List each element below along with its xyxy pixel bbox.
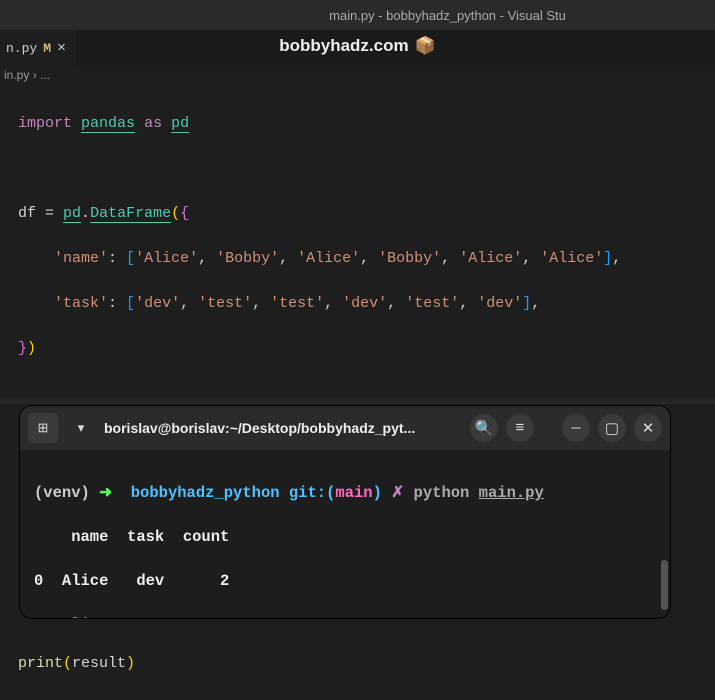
new-tab-button[interactable]: ⊞ bbox=[28, 413, 58, 443]
code-line: print(result) bbox=[18, 653, 697, 676]
close-icon: ✕ bbox=[642, 419, 655, 438]
box-icon: 📦 bbox=[415, 36, 436, 56]
window-title-bar: main.py - bobbyhadz_python - Visual Stu bbox=[0, 0, 715, 30]
menu-button[interactable]: ≡ bbox=[506, 414, 534, 442]
close-icon[interactable]: × bbox=[57, 41, 66, 56]
tab-dropdown[interactable]: ▾ bbox=[66, 413, 96, 443]
search-button[interactable]: 🔍 bbox=[470, 414, 498, 442]
chevron-down-icon: ▾ bbox=[78, 421, 85, 436]
tab-main-py[interactable]: n.py M × bbox=[0, 30, 76, 66]
terminal-body[interactable]: (venv) ➜ bobbyhadz_python git:(main) ✗ p… bbox=[20, 450, 670, 618]
terminal-line: 1 Alice test 2 bbox=[34, 614, 656, 618]
editor-border bbox=[0, 398, 715, 404]
terminal-line: name task count bbox=[34, 526, 656, 548]
code-line: }) bbox=[18, 338, 697, 361]
minimize-icon: — bbox=[571, 420, 580, 437]
terminal-header: ⊞ ▾ borislav@borislav:~/Desktop/bobbyhad… bbox=[20, 406, 670, 450]
tab-filename: n.py bbox=[6, 41, 37, 56]
tab-bar: n.py M × bobbyhadz.com 📦 bbox=[0, 30, 715, 66]
scrollbar-thumb[interactable] bbox=[661, 560, 668, 610]
tab-modified-indicator: M bbox=[43, 41, 51, 56]
maximize-icon: ▢ bbox=[605, 419, 619, 438]
watermark-text: bobbyhadz.com bbox=[279, 36, 408, 56]
close-button[interactable]: ✕ bbox=[634, 414, 662, 442]
terminal-line: 0 Alice dev 2 bbox=[34, 570, 656, 592]
search-icon: 🔍 bbox=[475, 419, 494, 438]
code-line: df = pd.DataFrame({ bbox=[18, 203, 697, 226]
terminal-window: ⊞ ▾ borislav@borislav:~/Desktop/bobbyhad… bbox=[20, 406, 670, 618]
terminal-title: borislav@borislav:~/Desktop/bobbyhadz_py… bbox=[104, 420, 462, 436]
code-line: 'task': ['dev', 'test', 'test', 'dev', '… bbox=[18, 293, 697, 316]
code-line: import pandas as pd bbox=[18, 113, 697, 136]
terminal-line: (venv) ➜ bobbyhadz_python git:(main) ✗ p… bbox=[34, 482, 656, 504]
menu-icon: ≡ bbox=[515, 420, 524, 437]
new-tab-icon: ⊞ bbox=[38, 421, 49, 436]
watermark: bobbyhadz.com 📦 bbox=[279, 36, 436, 56]
maximize-button[interactable]: ▢ bbox=[598, 414, 626, 442]
window-title: main.py - bobbyhadz_python - Visual Stu bbox=[329, 8, 566, 23]
code-line bbox=[18, 158, 697, 181]
minimize-button[interactable]: — bbox=[562, 414, 590, 442]
code-line: 'name': ['Alice', 'Bobby', 'Alice', 'Bob… bbox=[18, 248, 697, 271]
breadcrumb[interactable]: in.py › ... bbox=[0, 66, 715, 88]
